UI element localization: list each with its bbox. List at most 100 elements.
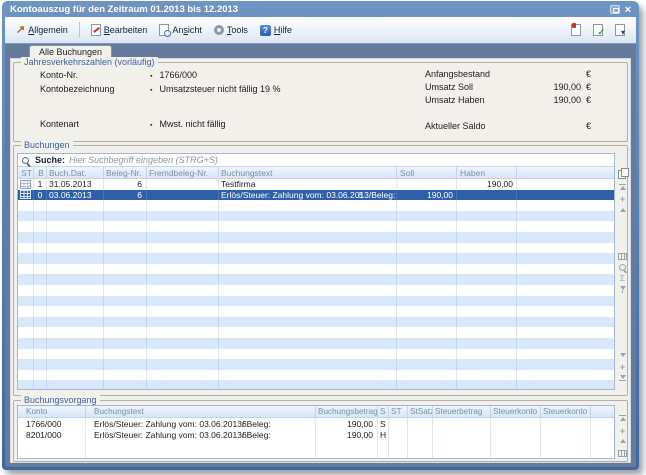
col-stsatz[interactable]: StSatz	[408, 406, 433, 417]
report-button[interactable]	[567, 22, 585, 38]
umsatz-soll-currency: €	[586, 82, 591, 92]
col-s[interactable]: S	[378, 406, 389, 417]
scroll-up-icon[interactable]	[617, 439, 628, 443]
col-beleg[interactable]: Beleg-Nr.	[104, 167, 147, 178]
close-icon: ×	[625, 5, 631, 15]
empty-cell	[457, 274, 517, 285]
close-button[interactable]: ×	[625, 5, 631, 15]
row-append-icon[interactable]: +	[617, 364, 628, 371]
empty-cell	[104, 349, 147, 360]
empty-cell	[219, 296, 397, 307]
empty-cell	[147, 232, 219, 243]
col-b[interactable]: B	[34, 167, 47, 178]
text-beleg-cell: 6	[358, 190, 363, 201]
col-konto[interactable]: Konto	[18, 406, 86, 417]
col-buchungsbetrag[interactable]: Buchungsbetrag	[316, 406, 378, 417]
col-buchungstext[interactable]: Buchungstext	[86, 406, 316, 417]
menu-bearbeiten[interactable]: Bearbeiten	[87, 22, 152, 38]
menubar: ↗ Allgemein Bearbeiten Ansicht Tools	[5, 17, 636, 44]
filter-icon[interactable]	[617, 286, 628, 293]
buchungen-nav-strip: + Σ +	[616, 153, 629, 390]
copy-pages-icon[interactable]	[617, 168, 628, 178]
empty-cell	[104, 306, 147, 317]
col-steuerbetrag[interactable]: Steuerbetrag	[433, 406, 491, 417]
column-options-icon[interactable]	[617, 253, 628, 260]
confirm-button[interactable]	[589, 22, 607, 38]
col-soll[interactable]: Soll	[397, 167, 457, 178]
st-cell	[389, 430, 408, 442]
empty-cell	[219, 274, 397, 285]
vorgang-row[interactable]: 8201/000 Erlös/Steuer: Zahlung vom: 03.0…	[18, 430, 614, 442]
empty-cell	[147, 349, 219, 360]
col-haben[interactable]: Haben	[457, 167, 517, 178]
booking-grid-icon	[20, 190, 31, 199]
empty-cell	[517, 370, 614, 381]
booking-row[interactable]: 1 31.05.2013 6 Testfirma 190,00	[18, 179, 614, 190]
restore-button[interactable]	[610, 5, 620, 14]
col-buchdat[interactable]: Buch.Dat.	[47, 167, 104, 178]
content-panel: Jahresverkehrszahlen (vorläufig) Konto-N…	[10, 58, 631, 463]
scroll-down-icon[interactable]	[617, 353, 628, 357]
group-buchungen: Buchungen Suche: Hier Suchbegriff eingeb…	[13, 145, 628, 396]
empty-cell	[457, 338, 517, 349]
group-buchungsvorgang: Buchungsvorgang Konto Buchungstext Buchu…	[13, 400, 628, 462]
steuerbetrag-cell	[433, 418, 491, 430]
konto-cell: 8201/000	[18, 430, 86, 442]
empty-cell	[34, 221, 47, 232]
empty-cell	[397, 232, 457, 243]
table-search-icon[interactable]	[617, 264, 628, 273]
col-steuerkonto-2[interactable]: Steuerkonto 2	[541, 406, 591, 417]
empty-cell	[47, 317, 104, 328]
haben-cell	[457, 190, 517, 201]
umsatz-haben-value: 190,00	[521, 95, 581, 105]
empty-cell	[104, 285, 147, 296]
booking-grid-icon	[20, 180, 31, 189]
titlebar[interactable]: Kontoauszug für den Zeitraum 01.2013 bis…	[5, 2, 636, 17]
col-st[interactable]: ST	[389, 406, 408, 417]
empty-cell	[219, 349, 397, 360]
empty-cell	[397, 327, 457, 338]
date-cell: 31.05.2013	[47, 179, 104, 190]
row-insert-icon[interactable]: +	[617, 196, 628, 203]
toolbar-separator	[79, 22, 80, 38]
booking-row-selected[interactable]: 0 03.06.2013 6 Erlös/Steuer: Zahlung vom…	[18, 190, 614, 201]
search-icon	[22, 156, 31, 165]
vorgang-nav-strip: +	[616, 405, 629, 459]
empty-cell	[457, 380, 517, 390]
menu-tools-label: Tools	[227, 25, 248, 35]
row-insert-icon[interactable]: +	[617, 428, 628, 435]
vorgang-row[interactable]: 1766/000 Erlös/Steuer: Zahlung vom: 03.0…	[18, 418, 614, 430]
goto-bottom-icon[interactable]	[617, 375, 628, 381]
menu-ansicht[interactable]: Ansicht	[155, 22, 206, 38]
empty-cell	[219, 327, 397, 338]
empty-cell	[18, 349, 34, 360]
group-buchungsvorgang-title: Buchungsvorgang	[21, 395, 100, 405]
goto-top-icon[interactable]	[617, 415, 628, 421]
column-options-icon[interactable]	[617, 450, 628, 457]
col-fremdbeleg[interactable]: Fremdbeleg-Nr.	[147, 167, 219, 178]
menu-hilfe[interactable]: ? Hilfe	[256, 23, 296, 38]
menu-tools[interactable]: Tools	[210, 23, 252, 37]
empty-cell	[517, 349, 614, 360]
empty-cell	[47, 285, 104, 296]
menu-allgemein[interactable]: ↗ Allgemein	[12, 23, 72, 37]
empty-cell	[104, 274, 147, 285]
export-button[interactable]	[611, 22, 629, 38]
scroll-up-icon[interactable]	[617, 208, 628, 212]
goto-top-icon[interactable]	[617, 184, 628, 190]
empty-cell	[104, 338, 147, 349]
buchungen-table: Suche: Hier Suchbegriff eingeben (STRG+S…	[17, 153, 615, 390]
empty-cell	[147, 264, 219, 275]
empty-cell	[147, 253, 219, 264]
search-input[interactable]: Suche: Hier Suchbegriff eingeben (STRG+S…	[18, 154, 614, 167]
sum-icon[interactable]: Σ	[617, 275, 628, 283]
col-st[interactable]: ST	[18, 167, 34, 178]
s-cell: H	[378, 430, 389, 442]
col-steuerkonto-1[interactable]: Steuerkonto 1	[491, 406, 541, 417]
document-export-icon	[615, 24, 625, 36]
empty-cell	[457, 243, 517, 254]
empty-cell	[397, 211, 457, 222]
empty-cell	[517, 317, 614, 328]
col-buchungstext[interactable]: Buchungstext	[219, 167, 397, 178]
empty-cell	[47, 211, 104, 222]
